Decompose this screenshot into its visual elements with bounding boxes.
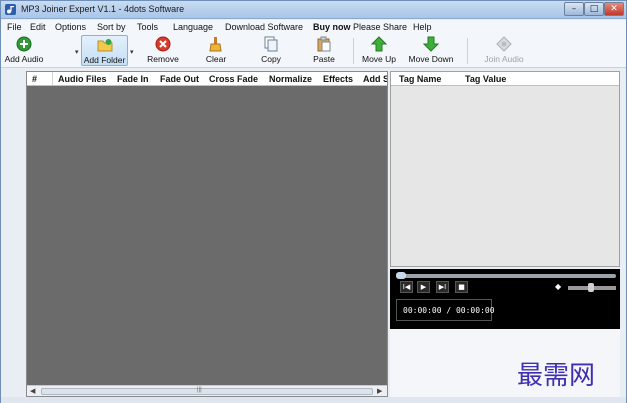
next-button[interactable]: ▶I xyxy=(436,281,449,293)
move-up-button[interactable]: Move Up xyxy=(359,35,399,66)
column-fade-out[interactable]: Fade Out xyxy=(160,74,199,84)
column-tag-name[interactable]: Tag Name xyxy=(399,74,441,84)
copy-label: Copy xyxy=(261,54,281,64)
add-audio-dropdown-arrow[interactable]: ▾ xyxy=(75,48,79,56)
join-audio-label: Join Audio xyxy=(484,54,524,64)
volume-icon: ◆ xyxy=(555,282,562,291)
maximize-button[interactable]: □ xyxy=(584,2,604,16)
menu-bar: File Edit Options Sort by Tools Language… xyxy=(1,20,626,34)
arrow-up-icon xyxy=(371,36,387,52)
add-folder-button[interactable]: Add Folder xyxy=(81,35,128,66)
paste-icon xyxy=(317,36,331,52)
watermark-text: 最需网 xyxy=(517,361,596,391)
remove-button[interactable]: Remove xyxy=(143,35,183,66)
toolbar-separator xyxy=(353,38,354,64)
minimize-button[interactable]: – xyxy=(564,2,584,16)
menu-tools[interactable]: Tools xyxy=(137,22,158,32)
time-display: 00:00:00 / 00:00:00 xyxy=(396,299,495,321)
menu-download-software[interactable]: Download Software xyxy=(225,22,303,32)
add-audio-label: Add Audio xyxy=(4,54,44,64)
remove-circle-icon xyxy=(155,36,171,52)
column-separator[interactable] xyxy=(52,72,53,85)
audio-files-list[interactable]: # Audio Files Fade In Fade Out Cross Fad… xyxy=(26,71,388,397)
add-folder-label: Add Folder xyxy=(83,55,126,65)
menu-language[interactable]: Language xyxy=(173,22,213,32)
menu-please-share[interactable]: Please Share xyxy=(353,22,407,32)
tags-panel[interactable]: Tag Name Tag Value xyxy=(390,71,620,267)
column-cross-fade[interactable]: Cross Fade xyxy=(209,74,258,84)
seek-knob[interactable] xyxy=(396,272,406,279)
column-number[interactable]: # xyxy=(32,74,37,84)
folder-icon xyxy=(97,39,112,52)
join-audio-button[interactable]: Join Audio xyxy=(479,35,529,66)
column-fade-in[interactable]: Fade In xyxy=(117,74,149,84)
toolbar: Add Audio ▾ Add Folder ▾ Remove Clear Co… xyxy=(1,34,626,68)
column-normalize[interactable]: Normalize xyxy=(269,74,312,84)
remove-label: Remove xyxy=(147,54,179,64)
paste-button[interactable]: Paste xyxy=(306,35,342,66)
menu-buy-now[interactable]: Buy now xyxy=(313,22,351,32)
app-window: MP3 Joiner Expert V1.1 - 4dots Software … xyxy=(0,0,627,403)
add-circle-icon xyxy=(16,36,32,52)
copy-icon xyxy=(264,36,278,52)
seek-bar[interactable] xyxy=(396,274,616,278)
copy-button[interactable]: Copy xyxy=(253,35,289,66)
menu-file[interactable]: File xyxy=(7,22,22,32)
column-tag-value[interactable]: Tag Value xyxy=(465,74,506,84)
title-bar: MP3 Joiner Expert V1.1 - 4dots Software … xyxy=(1,1,626,19)
audio-player: I◀ ▶ ▶I ■ ◆ 00:00:00 / 00:00:00 xyxy=(390,269,620,329)
status-bar xyxy=(1,397,626,403)
menu-options[interactable]: Options xyxy=(55,22,86,32)
stop-button[interactable]: ■ xyxy=(455,281,468,293)
clear-button[interactable]: Clear xyxy=(198,35,234,66)
arrow-down-icon xyxy=(423,36,439,52)
window-title: MP3 Joiner Expert V1.1 - 4dots Software xyxy=(21,4,185,14)
horizontal-scrollbar[interactable]: ◀ ||| ▶ xyxy=(27,385,387,396)
column-effects[interactable]: Effects xyxy=(323,74,353,84)
clear-label: Clear xyxy=(205,54,227,64)
toolbar-separator xyxy=(467,38,468,64)
scrollbar-thumb[interactable] xyxy=(41,388,373,395)
menu-help[interactable]: Help xyxy=(413,22,432,32)
add-audio-button[interactable]: Add Audio xyxy=(2,35,46,66)
play-button[interactable]: ▶ xyxy=(417,281,430,293)
files-table-header: # Audio Files Fade In Fade Out Cross Fad… xyxy=(27,72,387,86)
broom-icon xyxy=(209,37,222,52)
scroll-right-arrow-icon[interactable]: ▶ xyxy=(377,387,382,395)
app-icon xyxy=(5,4,16,15)
volume-knob[interactable] xyxy=(588,283,594,292)
previous-button[interactable]: I◀ xyxy=(400,281,413,293)
move-down-label: Move Down xyxy=(408,54,454,64)
column-audio-files[interactable]: Audio Files xyxy=(58,74,107,84)
tags-table-header: Tag Name Tag Value xyxy=(391,72,619,86)
paste-label: Paste xyxy=(313,54,335,64)
scrollbar-grip-icon: ||| xyxy=(197,387,202,393)
menu-edit[interactable]: Edit xyxy=(30,22,46,32)
time-text: 00:00:00 / 00:00:00 xyxy=(403,306,495,315)
close-button[interactable]: ✕ xyxy=(604,2,624,16)
scroll-left-arrow-icon[interactable]: ◀ xyxy=(30,387,35,395)
add-folder-dropdown-arrow[interactable]: ▾ xyxy=(130,48,134,56)
move-down-button[interactable]: Move Down xyxy=(405,35,457,66)
menu-sort-by[interactable]: Sort by xyxy=(97,22,126,32)
move-up-label: Move Up xyxy=(361,54,396,64)
join-icon xyxy=(496,36,512,52)
column-add-s[interactable]: Add S xyxy=(363,74,387,84)
